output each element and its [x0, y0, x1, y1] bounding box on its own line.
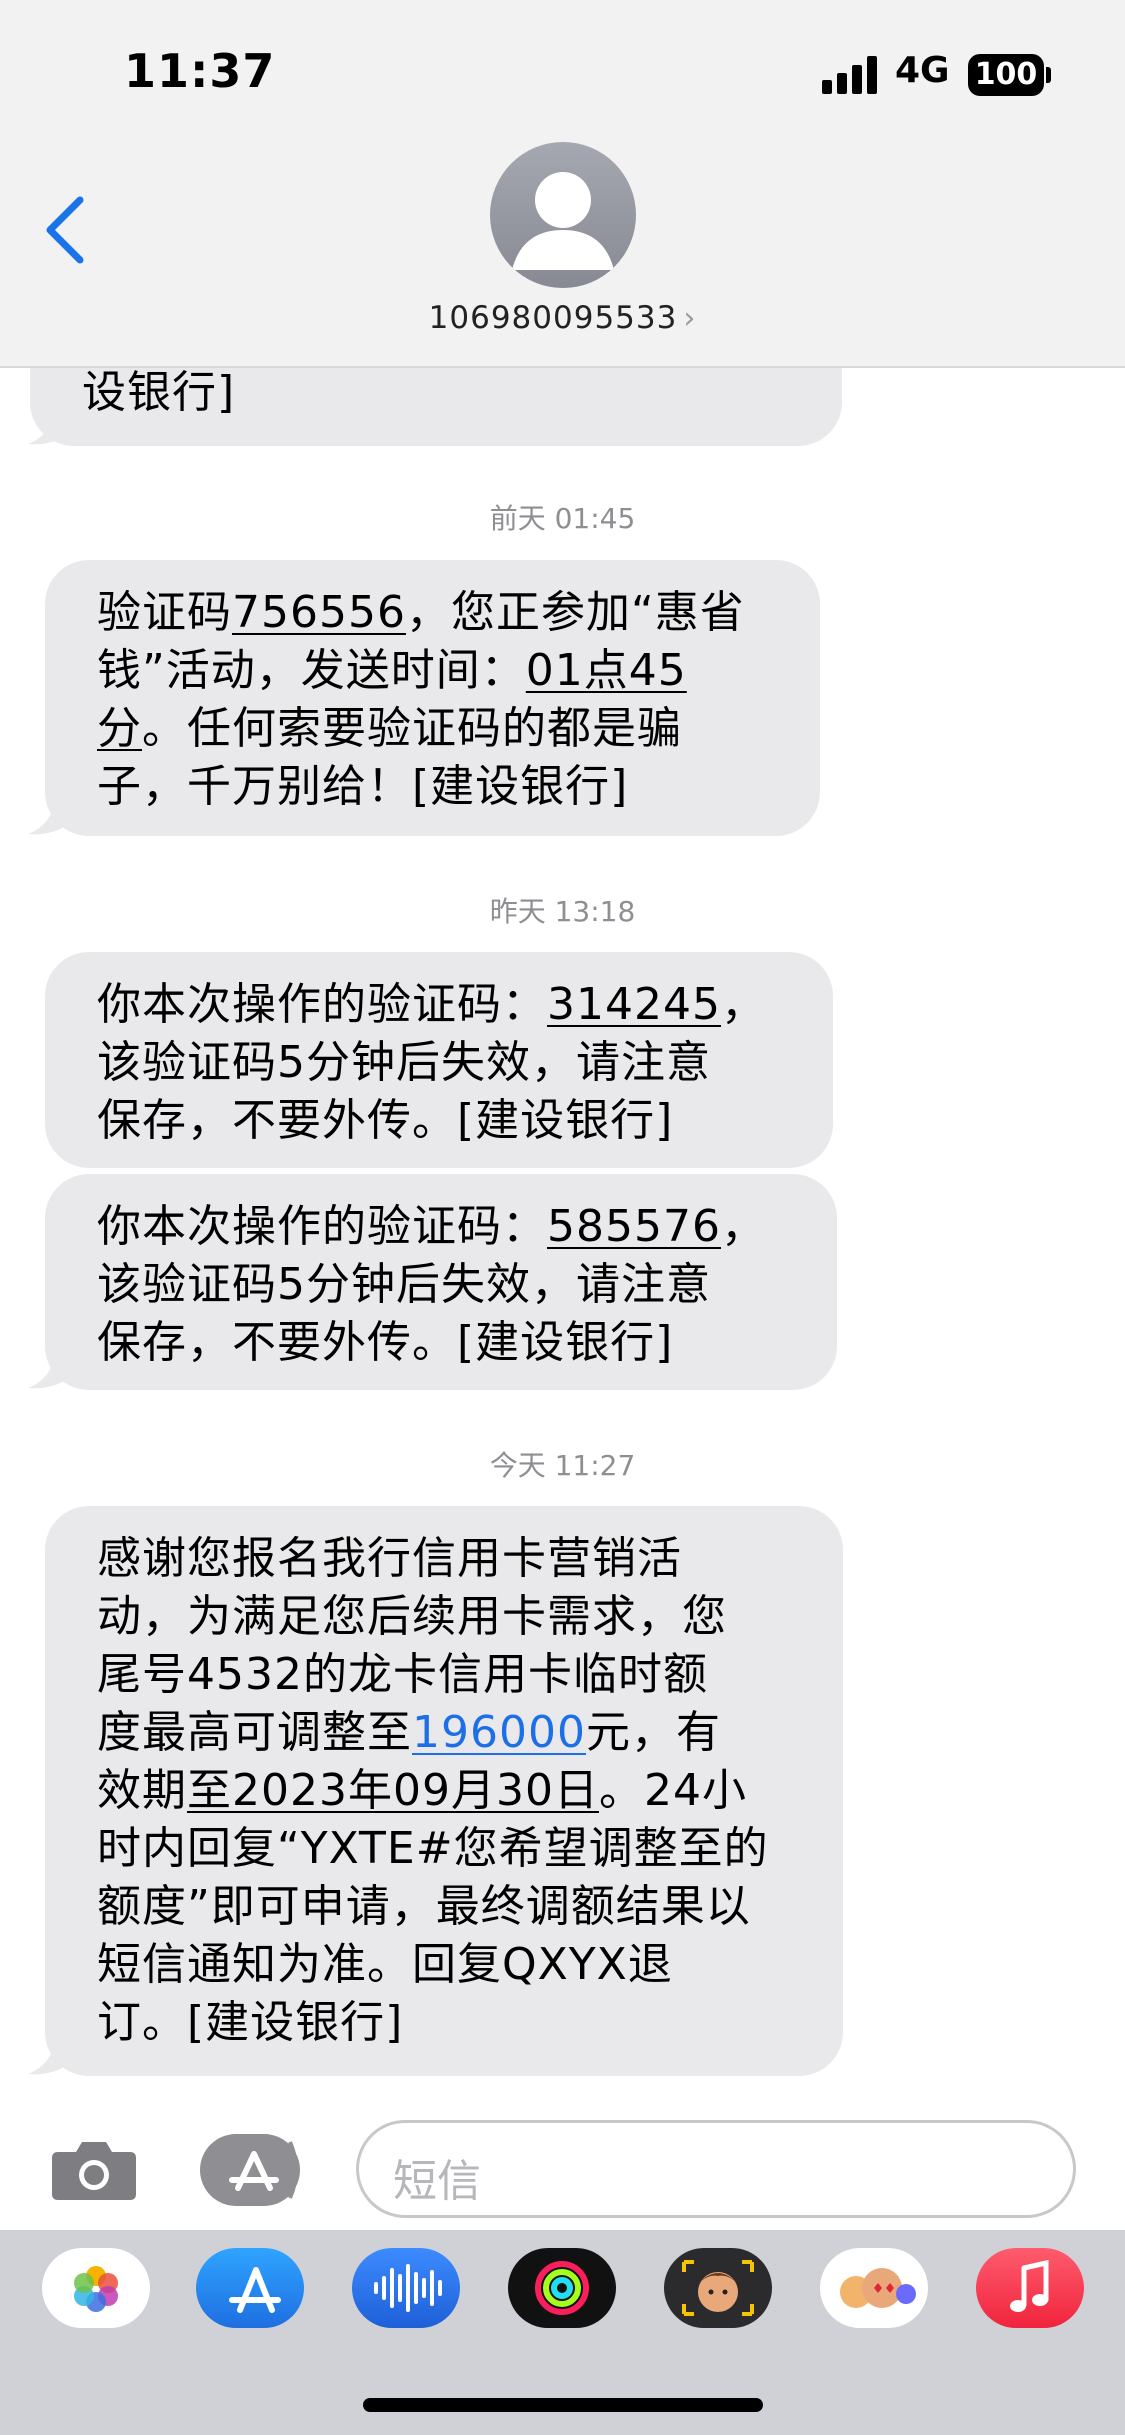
memoji-stickers-app-icon[interactable]: [820, 2248, 928, 2328]
verification-code[interactable]: 314245: [547, 979, 721, 1030]
message-bubble[interactable]: 验证码756556，您正参加“惠省 钱”活动，发送时间：01点45 分。任何索要…: [45, 560, 820, 836]
timestamp-day: 今天: [489, 1449, 546, 1482]
message-bubble[interactable]: 你本次操作的验证码：314245， 该验证码5分钟后失效，请注意 保存，不要外传…: [45, 952, 833, 1168]
contact-avatar[interactable]: [490, 142, 636, 288]
compose-bar: 短信: [0, 2090, 1125, 2230]
message-line: 分。任何索要验证码的都是骗: [97, 703, 682, 754]
verification-code[interactable]: 756556: [232, 587, 406, 638]
bubble-tail: [28, 790, 76, 835]
message-line: 你本次操作的验证码：314245，: [97, 979, 766, 1030]
message-line: 该验证码5分钟后失效，请注意: [97, 1037, 711, 1088]
timestamp: 昨天 13:18: [0, 890, 1125, 930]
app-store-icon[interactable]: [198, 2132, 306, 2208]
message-text: 设银行]: [82, 367, 236, 418]
message-line: 短信通知为准。回复QXYX退: [97, 1939, 673, 1990]
fitness-app-icon[interactable]: [508, 2248, 616, 2328]
app-store-app-icon[interactable]: [196, 2248, 304, 2328]
timestamp-day: 昨天: [489, 895, 546, 928]
message-line: 你本次操作的验证码：585576，: [97, 1201, 766, 1252]
date-link[interactable]: 至2023年09月30日: [187, 1765, 599, 1816]
message-line: 验证码756556，您正参加“惠省: [97, 587, 745, 638]
message-line: 时内回复“YXTE#您希望调整至的: [97, 1823, 769, 1874]
memoji-app-icon[interactable]: [664, 2248, 772, 2328]
message-line: 动，为满足您后续用卡需求，您: [97, 1591, 727, 1642]
person-icon: [512, 172, 614, 270]
camera-icon[interactable]: [50, 2138, 138, 2202]
contact-name: 106980095533: [428, 300, 678, 336]
network-type: 4G: [895, 50, 950, 91]
timestamp-time: 13:18: [554, 895, 636, 928]
message-bubble[interactable]: 你本次操作的验证码：585576， 该验证码5分钟后失效，请注意 保存，不要外传…: [45, 1174, 837, 1390]
music-app-icon[interactable]: [976, 2248, 1084, 2328]
contact-name-button[interactable]: 106980095533 ›: [0, 300, 1125, 336]
bubble-tail: [28, 2030, 76, 2075]
chevron-right-icon: ›: [683, 301, 697, 336]
message-line: 度最高可调整至196000元，有: [97, 1707, 721, 1758]
home-indicator[interactable]: [363, 2398, 763, 2412]
time-link[interactable]: 01点45: [526, 645, 687, 696]
message-line: 钱”活动，发送时间：01点45: [97, 645, 687, 696]
timestamp-time: 01:45: [554, 502, 636, 535]
amount-link[interactable]: 196000: [412, 1707, 586, 1758]
message-line: 保存，不要外传。[建设银行]: [97, 1095, 674, 1146]
message-line: 保存，不要外传。[建设银行]: [97, 1317, 674, 1368]
message-input-placeholder: 短信: [393, 2156, 481, 2207]
timestamp-day: 前天: [489, 502, 546, 535]
message-line: 订。[建设银行]: [97, 1997, 404, 2048]
message-line: 子，千万别给！[建设银行]: [97, 761, 629, 812]
message-bubble[interactable]: 感谢您报名我行信用卡营销活 动，为满足您后续用卡需求，您 尾号4532的龙卡信用…: [45, 1506, 843, 2076]
battery-tip: [1046, 67, 1051, 83]
battery-icon: 100: [968, 54, 1044, 96]
timestamp-time: 11:27: [554, 1449, 636, 1482]
timestamp: 今天 11:27: [0, 1444, 1125, 1484]
timestamp: 前天 01:45: [0, 497, 1125, 537]
bubble-tail: [28, 400, 76, 445]
status-time: 11:37: [124, 44, 276, 98]
photos-app-icon[interactable]: [42, 2248, 150, 2328]
signal-icon: [822, 56, 878, 94]
time-link-cont[interactable]: 分: [97, 703, 142, 754]
message-line: 额度”即可申请，最终调额结果以: [97, 1881, 751, 1932]
verification-code[interactable]: 585576: [547, 1201, 721, 1252]
message-line: 感谢您报名我行信用卡营销活: [97, 1533, 682, 1584]
back-chevron-icon[interactable]: [40, 190, 96, 270]
app-drawer: [0, 2230, 1125, 2435]
message-line: 该验证码5分钟后失效，请注意: [97, 1259, 711, 1310]
message-line: 尾号4532的龙卡信用卡临时额: [97, 1649, 708, 1700]
bubble-tail: [28, 1344, 76, 1389]
audio-message-app-icon[interactable]: [352, 2248, 460, 2328]
conversation-header: 11:37 4G 100 106980095533 ›: [0, 0, 1125, 368]
message-input[interactable]: 短信: [356, 2120, 1076, 2218]
message-line: 效期至2023年09月30日。24小: [97, 1765, 747, 1816]
